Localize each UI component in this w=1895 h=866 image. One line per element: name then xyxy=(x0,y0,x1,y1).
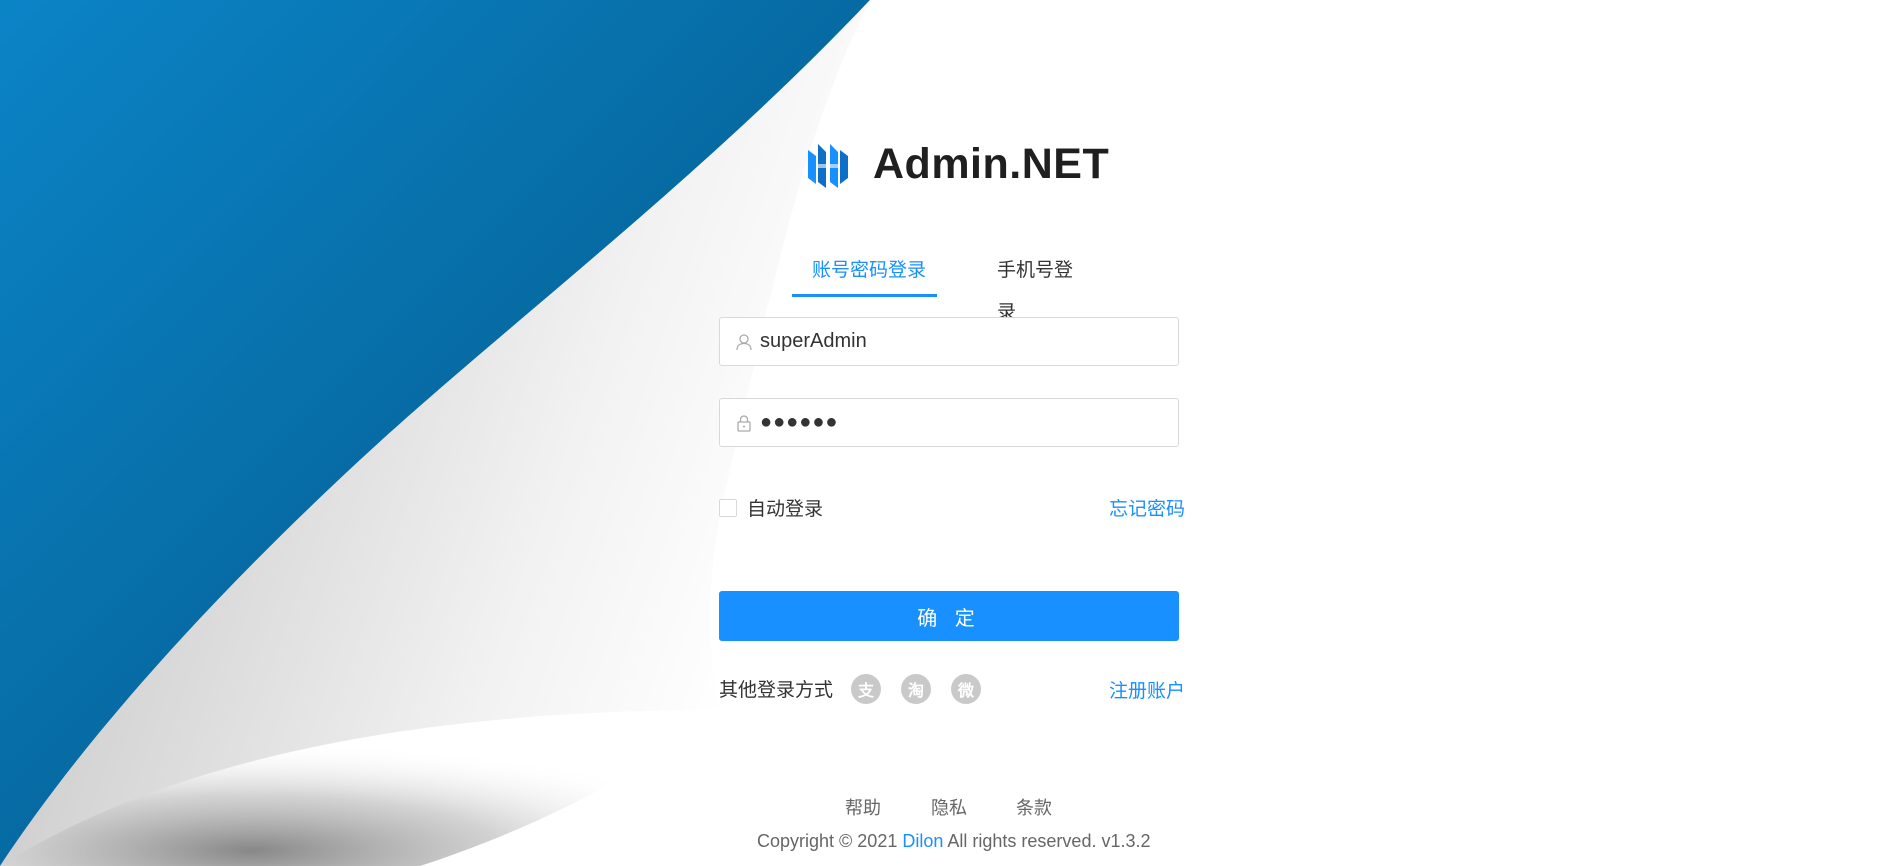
login-tabs: 账号密码登录 手机号登录 xyxy=(790,250,1090,323)
login-panel: Admin.NET 账号密码登录 手机号登录 superAdmin ●●●●●●… xyxy=(0,0,1895,866)
copyright-text: Copyright © 2021 Dilon All rights reserv… xyxy=(757,831,1151,852)
tab-phone[interactable]: 手机号登录 xyxy=(997,250,1090,323)
footer-link-help[interactable]: 帮助 xyxy=(845,794,881,820)
username-input[interactable] xyxy=(760,330,1160,353)
auto-login-label: 自动登录 xyxy=(747,499,824,520)
username-field[interactable] xyxy=(719,317,1179,366)
active-tab-indicator xyxy=(792,294,937,297)
footer-link-privacy[interactable]: 隐私 xyxy=(931,794,967,820)
auto-login-toggle[interactable]: 自动登录 xyxy=(719,494,823,521)
admin-net-logo-icon xyxy=(805,142,851,188)
taobao-icon[interactable]: 淘 xyxy=(901,673,932,704)
copyright-prefix: Copyright © 2021 xyxy=(757,831,903,851)
user-icon xyxy=(735,333,753,351)
other-login-label: 其他登录方式 xyxy=(719,680,834,701)
forgot-password-link[interactable]: 忘记密码 xyxy=(1109,494,1185,521)
copyright-suffix: All rights reserved. v1.3.2 xyxy=(943,831,1151,851)
lock-icon xyxy=(735,414,753,432)
alipay-icon[interactable]: 支 xyxy=(851,673,882,704)
login-page: Admin.NET 账号密码登录 手机号登录 superAdmin ●●●●●●… xyxy=(0,0,1895,866)
password-input[interactable] xyxy=(760,411,1160,434)
brand-header: Admin.NET xyxy=(805,140,1109,189)
copyright-brand-link[interactable]: Dilon xyxy=(902,831,943,851)
register-account-link[interactable]: 注册账户 xyxy=(1109,676,1185,703)
tab-account-password[interactable]: 账号密码登录 xyxy=(812,250,926,296)
other-login-methods: 其他登录方式 支 淘 微 xyxy=(719,672,1001,705)
weibo-icon[interactable]: 微 xyxy=(951,673,982,704)
auto-login-checkbox[interactable] xyxy=(719,498,737,517)
submit-button[interactable]: 确 定 xyxy=(719,591,1179,641)
footer-link-terms[interactable]: 条款 xyxy=(1016,794,1052,820)
password-field[interactable] xyxy=(719,398,1179,447)
app-title: Admin.NET xyxy=(873,140,1110,188)
